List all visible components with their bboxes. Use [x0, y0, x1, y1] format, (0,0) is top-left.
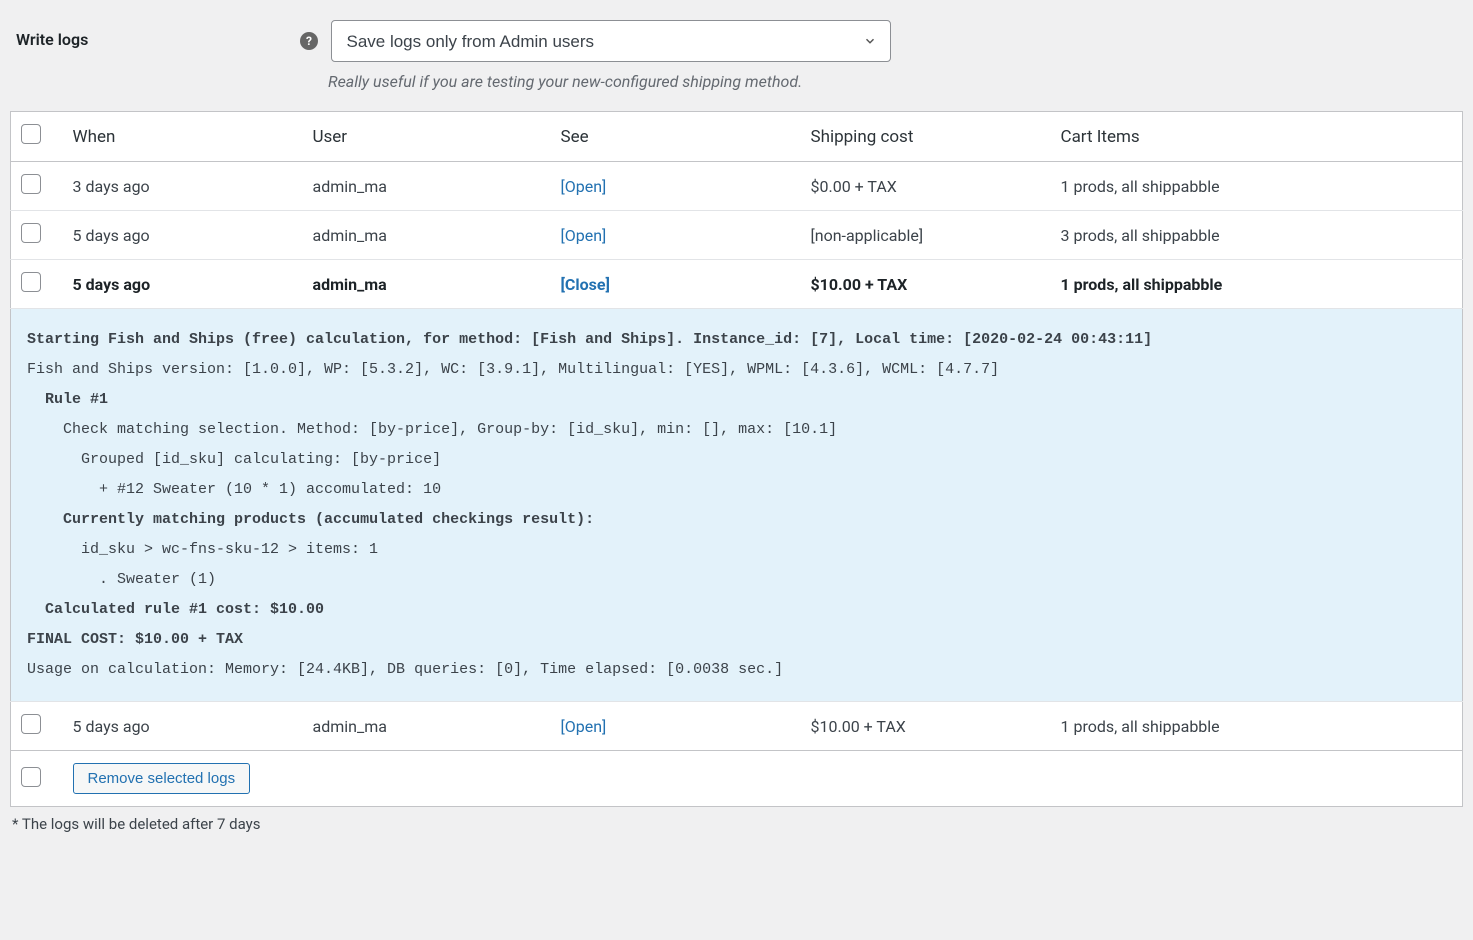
table-row: 5 days ago admin_ma [Open] [non-applicab…	[11, 211, 1463, 260]
write-logs-select-wrap: Save logs only from Admin users	[331, 20, 891, 62]
row-checkbox-cell	[11, 162, 63, 211]
row-checkbox[interactable]	[21, 714, 41, 734]
row-when: 3 days ago	[63, 162, 303, 211]
select-all-checkbox[interactable]	[21, 124, 41, 144]
row-checkbox[interactable]	[21, 223, 41, 243]
header-items[interactable]: Cart Items	[1051, 112, 1463, 162]
log-detail-content: Starting Fish and Ships (free) calculati…	[11, 309, 1463, 702]
row-checkbox-cell	[11, 260, 63, 309]
row-checkbox-cell	[11, 702, 63, 751]
row-cost: $10.00 + TAX	[801, 702, 1051, 751]
footer-checkbox-cell	[11, 751, 63, 807]
toggle-detail-link[interactable]: [Open]	[561, 717, 607, 736]
row-checkbox[interactable]	[21, 272, 41, 292]
header-user[interactable]: User	[303, 112, 551, 162]
row-see: [Open]	[551, 702, 801, 751]
header-checkbox-cell	[11, 112, 63, 162]
row-user: admin_ma	[303, 162, 551, 211]
row-cost: $0.00 + TAX	[801, 162, 1051, 211]
table-row: 5 days ago admin_ma [Close] $10.00 + TAX…	[11, 260, 1463, 309]
table-row: 3 days ago admin_ma [Open] $0.00 + TAX 1…	[11, 162, 1463, 211]
row-see: [Open]	[551, 162, 801, 211]
row-when: 5 days ago	[63, 260, 303, 309]
row-items: 1 prods, all shippabble	[1051, 702, 1463, 751]
row-when: 5 days ago	[63, 211, 303, 260]
help-icon[interactable]: ?	[300, 32, 318, 50]
table-row: 5 days ago admin_ma [Open] $10.00 + TAX …	[11, 702, 1463, 751]
header-see[interactable]: See	[551, 112, 801, 162]
write-logs-helper: Really useful if you are testing your ne…	[328, 72, 1463, 91]
table-footer-row: Remove selected logs	[11, 751, 1463, 807]
row-user: admin_ma	[303, 211, 551, 260]
row-user: admin_ma	[303, 260, 551, 309]
footer-actions-cell: Remove selected logs	[63, 751, 1463, 807]
select-all-footer-checkbox[interactable]	[21, 767, 41, 787]
row-user: admin_ma	[303, 702, 551, 751]
row-cost: [non-applicable]	[801, 211, 1051, 260]
row-see: [Open]	[551, 211, 801, 260]
toggle-detail-link[interactable]: [Open]	[561, 226, 607, 245]
row-items: 1 prods, all shippabble	[1051, 162, 1463, 211]
toggle-detail-link[interactable]: [Open]	[561, 177, 607, 196]
row-items: 3 prods, all shippabble	[1051, 211, 1463, 260]
row-see: [Close]	[551, 260, 801, 309]
write-logs-control: ? Save logs only from Admin users Really…	[300, 20, 1463, 91]
row-cost: $10.00 + TAX	[801, 260, 1051, 309]
row-checkbox[interactable]	[21, 174, 41, 194]
row-items: 1 prods, all shippabble	[1051, 260, 1463, 309]
header-when[interactable]: When	[63, 112, 303, 162]
remove-selected-logs-button[interactable]: Remove selected logs	[73, 763, 251, 794]
logs-table: When User See Shipping cost Cart Items 3…	[10, 111, 1463, 807]
write-logs-setting: Write logs ? Save logs only from Admin u…	[10, 10, 1463, 111]
write-logs-label: Write logs	[10, 20, 300, 49]
log-detail-row: Starting Fish and Ships (free) calculati…	[11, 309, 1463, 702]
row-when: 5 days ago	[63, 702, 303, 751]
row-checkbox-cell	[11, 211, 63, 260]
toggle-detail-link[interactable]: [Close]	[561, 275, 610, 294]
logs-footer-note: * The logs will be deleted after 7 days	[10, 815, 1463, 833]
table-header-row: When User See Shipping cost Cart Items	[11, 112, 1463, 162]
write-logs-dropdown[interactable]: Save logs only from Admin users	[331, 20, 891, 62]
header-cost[interactable]: Shipping cost	[801, 112, 1051, 162]
